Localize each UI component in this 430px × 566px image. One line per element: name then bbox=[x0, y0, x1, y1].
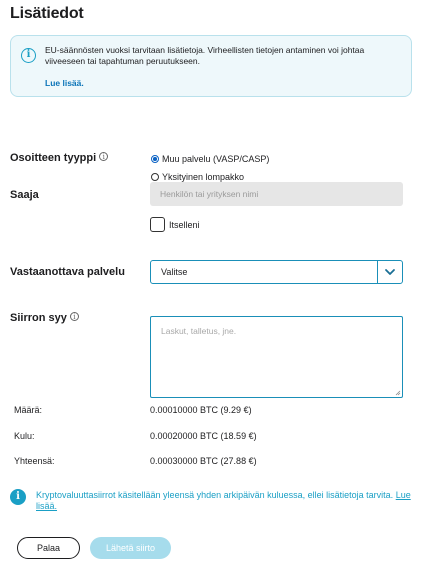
recipient-name-input[interactable]: Henkilön tai yrityksen nimi bbox=[150, 182, 403, 206]
radio-option-private-wallet[interactable]: Yksityinen lompakko bbox=[151, 172, 244, 182]
info-icon[interactable]: i bbox=[69, 312, 79, 321]
summary-total-value: 0.00030000 BTC (27.88 €) bbox=[150, 456, 257, 466]
notice-text: EU-säännösten vuoksi tarvitaan lisätieto… bbox=[45, 45, 365, 66]
transfer-reason-label: Siirron syy i bbox=[10, 312, 79, 324]
page-title: Lisätiedot bbox=[10, 5, 84, 22]
receiving-service-label: Vastaanottava palvelu bbox=[10, 266, 125, 278]
radio-option-vasp[interactable]: Muu palvelu (VASP/CASP) bbox=[151, 154, 269, 164]
recipient-label: Saaja bbox=[10, 189, 39, 201]
send-transfer-button[interactable]: Lähetä siirto bbox=[90, 537, 171, 559]
radio-option-label: Muu palvelu (VASP/CASP) bbox=[162, 154, 270, 164]
resize-grip-icon[interactable] bbox=[395, 390, 401, 396]
summary-fee-label: Kulu: bbox=[14, 431, 35, 441]
transfer-reason-textarea[interactable]: Laskut, talletus, jne. bbox=[150, 316, 403, 398]
chevron-down-icon[interactable] bbox=[384, 266, 396, 278]
self-checkbox[interactable] bbox=[150, 217, 165, 232]
notice-read-more-link[interactable]: Lue lisää. bbox=[45, 78, 84, 88]
self-checkbox-label: Itselleni bbox=[169, 219, 200, 230]
address-type-label: Osoitteen tyyppi i bbox=[10, 152, 109, 164]
back-button[interactable]: Palaa bbox=[17, 537, 80, 559]
select-value: Valitse bbox=[161, 267, 188, 277]
self-checkbox-row[interactable]: Itselleni bbox=[150, 217, 200, 232]
address-type-label-text: Osoitteen tyyppi bbox=[10, 152, 97, 164]
summary-amount-label: Määrä: bbox=[14, 405, 43, 415]
transfer-reason-label-text: Siirron syy bbox=[10, 312, 67, 324]
radio-option-label: Yksityinen lompakko bbox=[162, 172, 245, 182]
radio-unchecked-icon[interactable] bbox=[151, 173, 159, 181]
info-icon[interactable]: i bbox=[99, 152, 109, 161]
info-icon: i bbox=[21, 48, 36, 63]
radio-checked-icon[interactable] bbox=[151, 155, 159, 163]
processing-info-text: Kryptovaluuttasiirrot käsitellään yleens… bbox=[36, 490, 416, 512]
processing-info-body: Kryptovaluuttasiirrot käsitellään yleens… bbox=[36, 490, 394, 500]
summary-amount-value: 0.00010000 BTC (9.29 €) bbox=[150, 405, 252, 415]
receiving-service-select[interactable]: Valitse bbox=[150, 260, 403, 284]
summary-total-label: Yhteensä: bbox=[14, 456, 55, 466]
textarea-placeholder: Laskut, talletus, jne. bbox=[161, 326, 237, 336]
info-filled-icon: i bbox=[10, 489, 26, 505]
summary-fee-value: 0.00020000 BTC (18.59 €) bbox=[150, 431, 257, 441]
select-divider bbox=[377, 261, 378, 283]
info-notice: i EU-säännösten vuoksi tarvitaan lisätie… bbox=[10, 35, 412, 97]
